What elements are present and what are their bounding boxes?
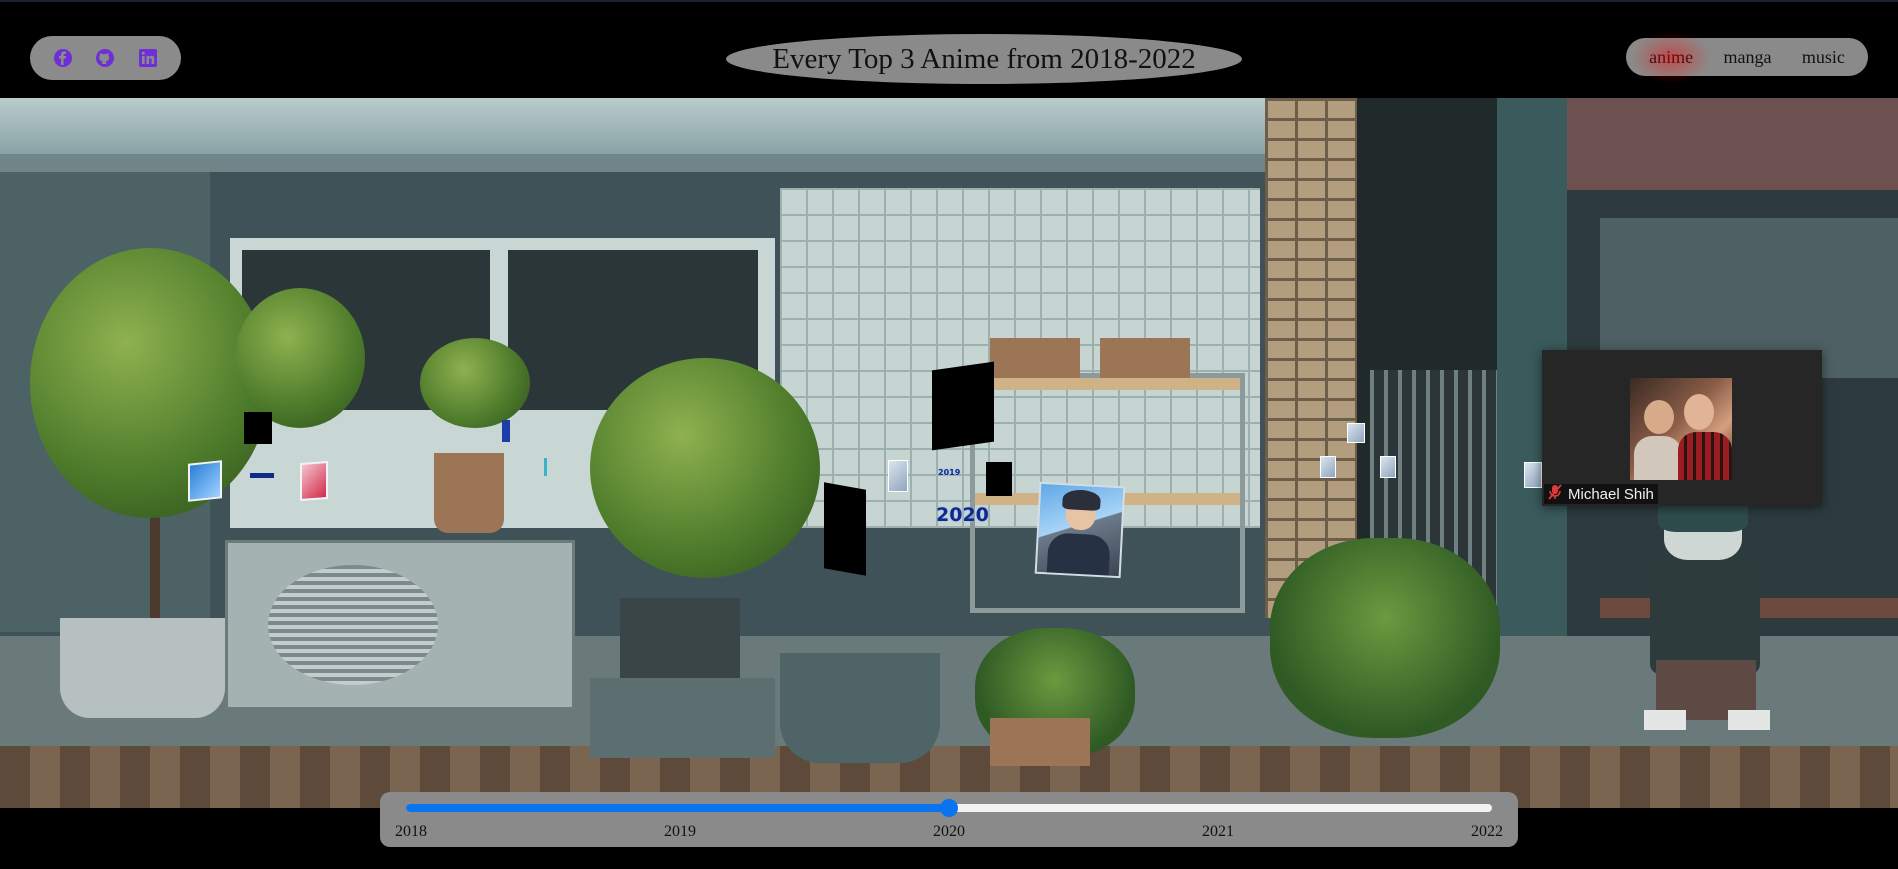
left-pot: [60, 618, 225, 718]
tick-label-2021[interactable]: 2021: [1202, 823, 1234, 841]
roof-edge: [0, 98, 1275, 154]
pixel-character: [1636, 484, 1786, 730]
year-label: 2019: [938, 468, 961, 477]
small-tree: [235, 288, 365, 428]
air-conditioner: [225, 540, 575, 710]
category-nav: anime manga music: [1626, 30, 1868, 84]
participant-name: Michael Shih: [1568, 485, 1654, 503]
tick-label-2018[interactable]: 2018: [395, 823, 427, 841]
year-label: 2020: [936, 504, 989, 526]
github-icon[interactable]: [93, 46, 117, 70]
anime-thumbnail[interactable]: [1524, 462, 1542, 488]
flower-box-1: [990, 338, 1080, 378]
flower-box-2: [1100, 338, 1190, 378]
nav-item-manga[interactable]: manga: [1724, 47, 1772, 68]
linkedin-icon[interactable]: [136, 46, 160, 70]
app-root: Every Top 3 Anime from 2018-2022 anime m…: [0, 0, 1898, 869]
left-tree: [30, 248, 270, 518]
mic-muted-icon: [1548, 483, 1562, 505]
facebook-icon[interactable]: [51, 46, 75, 70]
timeline-track[interactable]: [406, 799, 1492, 817]
dark-pot: [620, 598, 740, 678]
potted-plant: [420, 338, 530, 428]
clay-pot: [434, 453, 504, 533]
center-shrub: [590, 358, 820, 578]
anime-thumbnail[interactable]: [188, 460, 222, 502]
anime-thumbnail[interactable]: [888, 460, 908, 492]
awning-beam: [0, 154, 1275, 172]
timeline-progress: [406, 804, 949, 812]
anime-panel[interactable]: [244, 412, 272, 444]
anime-thumbnail[interactable]: [1320, 456, 1336, 478]
anime-panel[interactable]: [824, 482, 866, 576]
year-timeline: 2018 2019 2020 2021 2022: [380, 792, 1518, 847]
brick-column: [1265, 98, 1357, 618]
anime-panel[interactable]: [932, 361, 994, 451]
nav-item-anime[interactable]: anime: [1631, 30, 1712, 84]
nav-item-music[interactable]: music: [1802, 47, 1845, 68]
bottom-clay-pot: [990, 718, 1090, 766]
tick-label-2020[interactable]: 2020: [933, 823, 965, 841]
anime-thumbnail[interactable]: [300, 461, 328, 501]
page-title: Every Top 3 Anime from 2018-2022: [726, 34, 1242, 84]
year-marker: [502, 420, 510, 442]
video-call-tile[interactable]: Michael Shih: [1542, 350, 1822, 506]
participant-label: Michael Shih: [1544, 483, 1658, 505]
social-links: [30, 36, 181, 80]
shop-awning: [1567, 98, 1898, 190]
anime-panel[interactable]: [986, 462, 1012, 496]
year-marker: [544, 458, 547, 476]
tick-label-2019[interactable]: 2019: [664, 823, 696, 841]
anime-poster-thumbnail[interactable]: [1034, 481, 1126, 579]
year-marker: [250, 473, 274, 478]
concrete-blocks: [590, 678, 775, 758]
top-bar: Every Top 3 Anime from 2018-2022 anime m…: [0, 0, 1898, 98]
right-hedge: [1270, 538, 1500, 738]
timeline-handle[interactable]: [940, 799, 958, 817]
anime-thumbnail[interactable]: [1347, 423, 1365, 443]
anime-thumbnail[interactable]: [1380, 456, 1396, 478]
participant-video: [1630, 378, 1732, 480]
big-pot: [780, 653, 940, 763]
tick-label-2022[interactable]: 2022: [1471, 823, 1503, 841]
